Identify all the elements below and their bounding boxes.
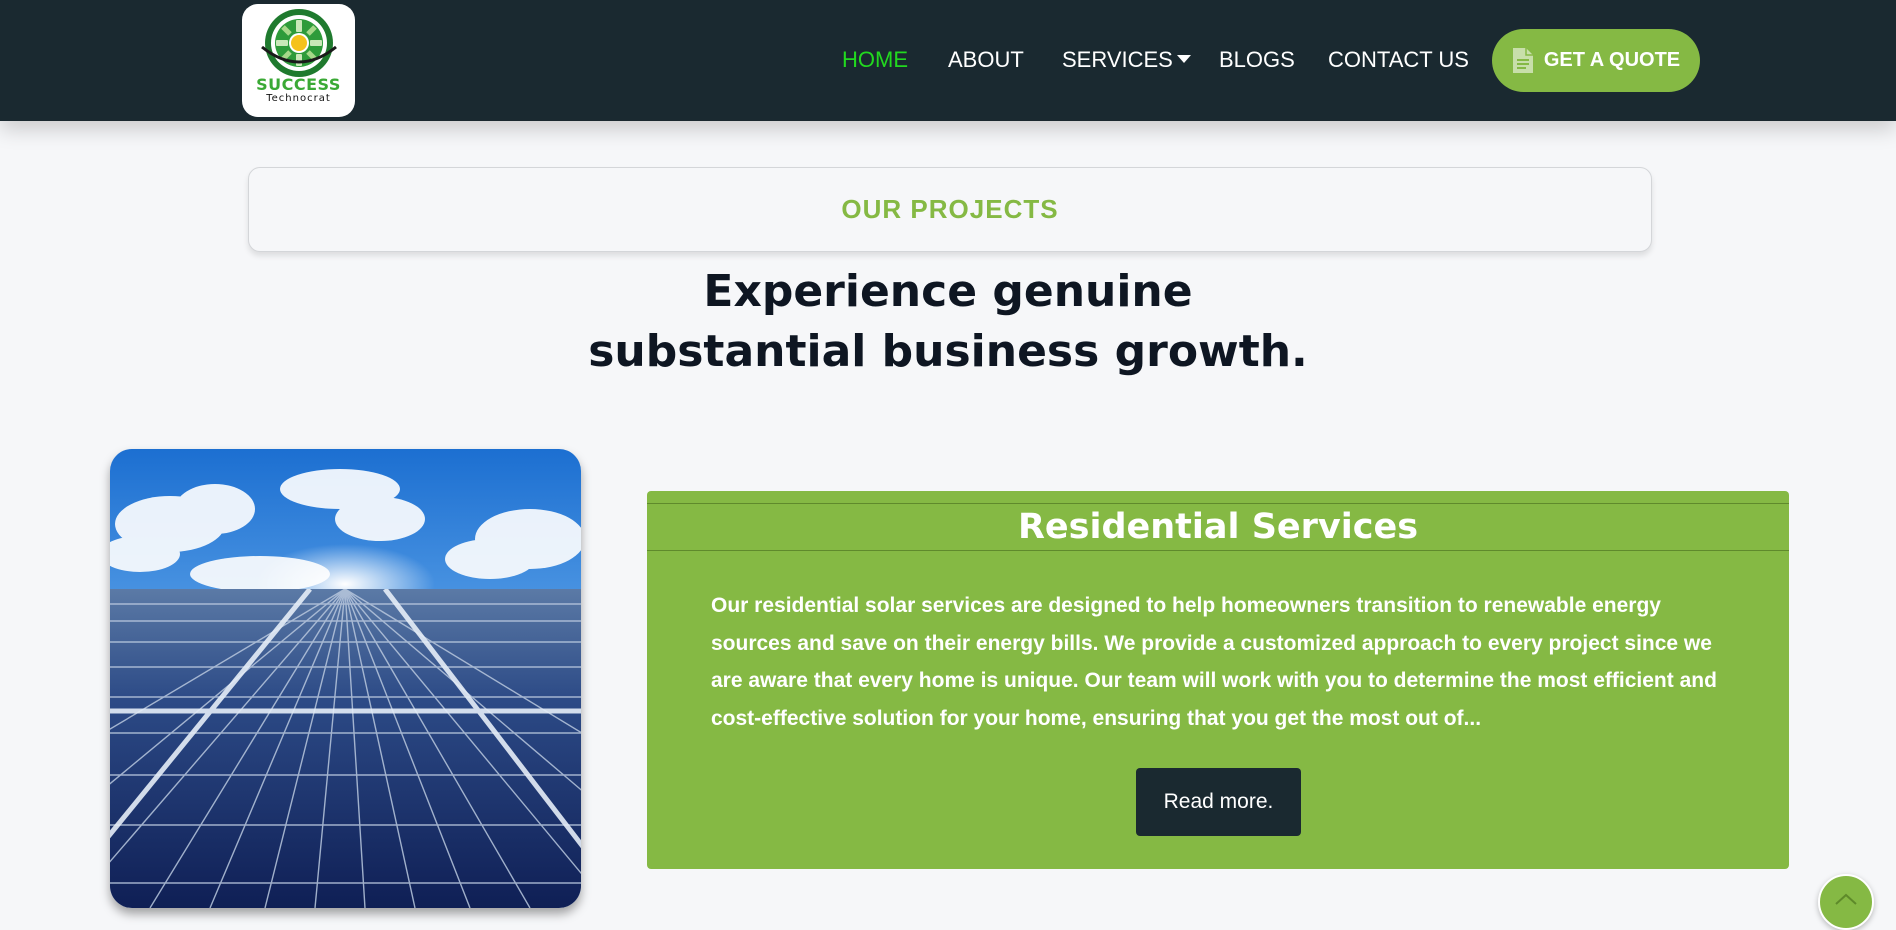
solar-panels-illustration	[110, 449, 581, 908]
section-label-card: OUR PROJECTS	[248, 167, 1652, 252]
read-more-button[interactable]: Read more.	[1136, 768, 1301, 836]
residential-services-card: Residential Services Our residential sol…	[647, 491, 1789, 869]
service-description: Our residential solar services are desig…	[711, 594, 1717, 730]
nav-services-label: SERVICES	[1062, 47, 1173, 72]
nav-home[interactable]: HOME	[842, 47, 908, 73]
service-title: Residential Services	[1017, 507, 1419, 547]
scroll-to-top-button[interactable]	[1818, 874, 1874, 930]
headline-line-1: Experience genuine	[703, 266, 1193, 317]
get-a-quote-label: GET A QUOTE	[1543, 49, 1681, 71]
chevron-up-icon	[1835, 893, 1857, 905]
page-headline: Experience genuine substantial business …	[0, 262, 1896, 382]
section-label: OUR PROJECTS	[841, 194, 1059, 224]
nav-services[interactable]: SERVICES	[1062, 47, 1191, 73]
service-title-bar: Residential Services	[647, 503, 1789, 551]
document-icon	[1512, 48, 1533, 73]
headline-line-2: substantial business growth.	[588, 326, 1308, 377]
nav-blogs[interactable]: BLOGS	[1219, 47, 1295, 73]
nav-about[interactable]: ABOUT	[948, 47, 1024, 73]
nav-contact-us[interactable]: CONTACT US	[1328, 47, 1469, 73]
site-header: SUCCESS Technocrat HOME ABOUT SERVICES B…	[0, 0, 1896, 121]
solar-panels-image	[110, 449, 581, 908]
caret-down-icon	[1176, 55, 1191, 63]
get-a-quote-button[interactable]: GET A QUOTE	[1492, 29, 1700, 92]
